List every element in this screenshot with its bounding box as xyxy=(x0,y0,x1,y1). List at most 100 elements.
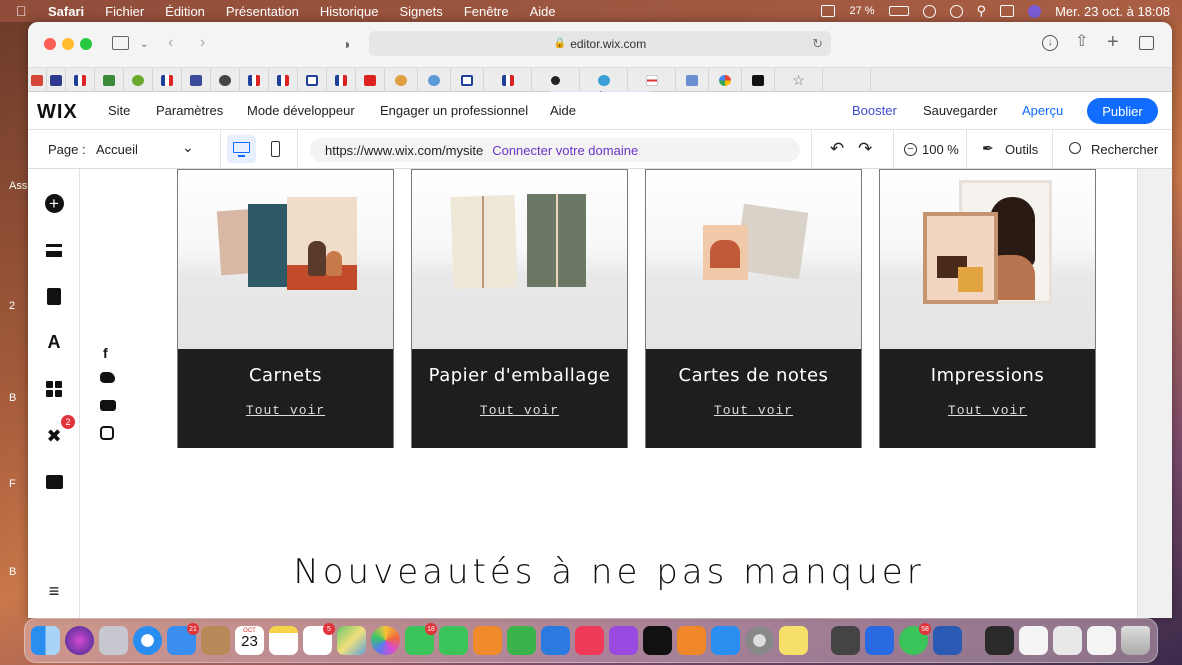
page-dropdown[interactable]: Accueil xyxy=(96,142,138,157)
favorite-site[interactable] xyxy=(240,68,269,92)
sections-icon[interactable] xyxy=(44,240,64,260)
word-icon[interactable] xyxy=(933,626,962,655)
favorite-gmail[interactable] xyxy=(28,68,47,92)
calculator-icon[interactable] xyxy=(831,626,860,655)
site-url[interactable]: https://www.wix.com/mysite xyxy=(325,143,483,158)
menu-edition[interactable]: Édition xyxy=(165,4,205,19)
pages-icon[interactable] xyxy=(473,626,502,655)
menu-historique[interactable]: Historique xyxy=(320,4,379,19)
favorite-site[interactable] xyxy=(269,68,298,92)
search-button[interactable]: Rechercher xyxy=(1091,142,1158,157)
mobile-view-button[interactable] xyxy=(271,141,280,157)
favorite-site[interactable] xyxy=(66,68,95,92)
chevron-down-icon[interactable]: ⌄ xyxy=(140,37,148,53)
apps-icon[interactable] xyxy=(44,379,64,399)
new-tab-icon[interactable]: + xyxy=(1107,32,1119,52)
pages-icon[interactable] xyxy=(44,286,64,306)
favorite-site[interactable] xyxy=(356,68,385,92)
launchpad-icon[interactable] xyxy=(99,626,128,655)
favorite-site[interactable] xyxy=(418,68,451,92)
see-all-link[interactable]: Tout voir xyxy=(412,403,627,418)
safari-icon[interactable] xyxy=(133,626,162,655)
favorite-site[interactable] xyxy=(676,68,709,92)
contacts-icon[interactable] xyxy=(201,626,230,655)
minimize-window-button[interactable] xyxy=(62,38,74,50)
screenshot-thumbnail-icon[interactable] xyxy=(985,626,1014,655)
instagram-icon[interactable] xyxy=(100,426,114,440)
books-icon[interactable] xyxy=(677,626,706,655)
downloads-icon[interactable]: ↓ xyxy=(1042,35,1058,51)
menu-presentation[interactable]: Présentation xyxy=(226,4,299,19)
menu-fenetre[interactable]: Fenêtre xyxy=(464,4,509,19)
favorite-site[interactable] xyxy=(211,68,240,92)
category-card-cartes-notes[interactable]: Cartes de notes Tout voir xyxy=(645,169,862,448)
sidebar-icon[interactable] xyxy=(112,36,129,50)
app-store-icon[interactable] xyxy=(711,626,740,655)
favorite-site[interactable] xyxy=(47,68,66,92)
menu-app-name[interactable]: Safari xyxy=(48,4,84,19)
twitter-icon[interactable] xyxy=(100,372,115,383)
zoom-out-icon[interactable]: – xyxy=(904,143,917,156)
favorite-site[interactable] xyxy=(95,68,124,92)
tools-button[interactable]: Outils xyxy=(1005,142,1038,157)
menu-mode-developpeur[interactable]: Mode développeur xyxy=(247,103,355,118)
menu-aide[interactable]: Aide xyxy=(550,103,576,118)
tab-overview-icon[interactable] xyxy=(1139,36,1154,50)
favorite-site[interactable] xyxy=(742,68,775,92)
stickies-icon[interactable] xyxy=(779,626,808,655)
facebook-icon[interactable]: f xyxy=(103,345,108,361)
favorite-site[interactable] xyxy=(580,68,628,92)
business-apps-icon[interactable]: ✖ xyxy=(44,426,64,446)
undo-icon[interactable]: ↶ xyxy=(830,139,844,159)
chrome-remote-icon[interactable] xyxy=(865,626,894,655)
favorite-site[interactable] xyxy=(451,68,484,92)
privacy-shield-icon[interactable]: ◑ xyxy=(342,36,350,52)
menu-signets[interactable]: Signets xyxy=(399,4,442,19)
calendar-icon[interactable]: OCT 23 xyxy=(235,626,264,655)
reload-icon[interactable]: ↻ xyxy=(812,36,823,52)
siri-icon[interactable] xyxy=(1028,4,1042,18)
favorite-apple[interactable] xyxy=(532,68,580,92)
favorite-site[interactable] xyxy=(327,68,356,92)
menu-site[interactable]: Site xyxy=(108,103,130,118)
save-button[interactable]: Sauvegarder xyxy=(923,103,997,118)
favorite-site[interactable] xyxy=(182,68,211,92)
favorite-site[interactable] xyxy=(628,68,676,92)
photos-icon[interactable] xyxy=(371,626,400,655)
address-bar[interactable]: 🔒 editor.wix.com ↻ xyxy=(369,31,831,56)
numbers-icon[interactable] xyxy=(507,626,536,655)
finder-icon[interactable] xyxy=(31,626,60,655)
favorite-site[interactable] xyxy=(385,68,418,92)
favorite-empty[interactable] xyxy=(823,68,871,92)
siri-icon[interactable] xyxy=(65,626,94,655)
connect-domain-link[interactable]: Connecter votre domaine xyxy=(492,143,638,158)
youtube-icon[interactable] xyxy=(100,400,116,411)
see-all-link[interactable]: Tout voir xyxy=(880,403,1095,418)
chevron-down-icon[interactable]: ⌄ xyxy=(182,139,194,156)
menubar-datetime[interactable]: Mer. 23 oct. à 18:08 xyxy=(1055,4,1170,19)
document-thumbnail-icon[interactable] xyxy=(1019,626,1048,655)
section-heading[interactable]: Nouveautés à ne pas manquer xyxy=(81,552,1137,592)
search-icon[interactable] xyxy=(1069,142,1081,154)
facetime-icon[interactable] xyxy=(439,626,468,655)
keynote-icon[interactable] xyxy=(541,626,570,655)
forward-icon[interactable]: › xyxy=(200,35,205,51)
favorite-google[interactable] xyxy=(709,68,742,92)
podcasts-icon[interactable] xyxy=(609,626,638,655)
favorite-site[interactable] xyxy=(153,68,182,92)
redo-icon[interactable]: ↷ xyxy=(858,139,872,159)
add-elements-icon[interactable]: + xyxy=(44,193,64,213)
zoom-window-button[interactable] xyxy=(80,38,92,50)
favorite-site[interactable] xyxy=(124,68,153,92)
menu-aide[interactable]: Aide xyxy=(530,4,556,19)
menu-engager-professionnel[interactable]: Engager un professionnel xyxy=(380,103,528,118)
screen-icon[interactable] xyxy=(821,5,836,17)
preview-button[interactable]: Aperçu xyxy=(1022,103,1063,118)
control-center-icon[interactable] xyxy=(1000,5,1015,17)
maps-icon[interactable] xyxy=(337,626,366,655)
close-window-button[interactable] xyxy=(44,38,56,50)
see-all-link[interactable]: Tout voir xyxy=(178,403,393,418)
share-icon[interactable]: ⇧ xyxy=(1075,34,1088,50)
user-icon[interactable] xyxy=(922,4,936,18)
favorite-site[interactable] xyxy=(484,68,532,92)
